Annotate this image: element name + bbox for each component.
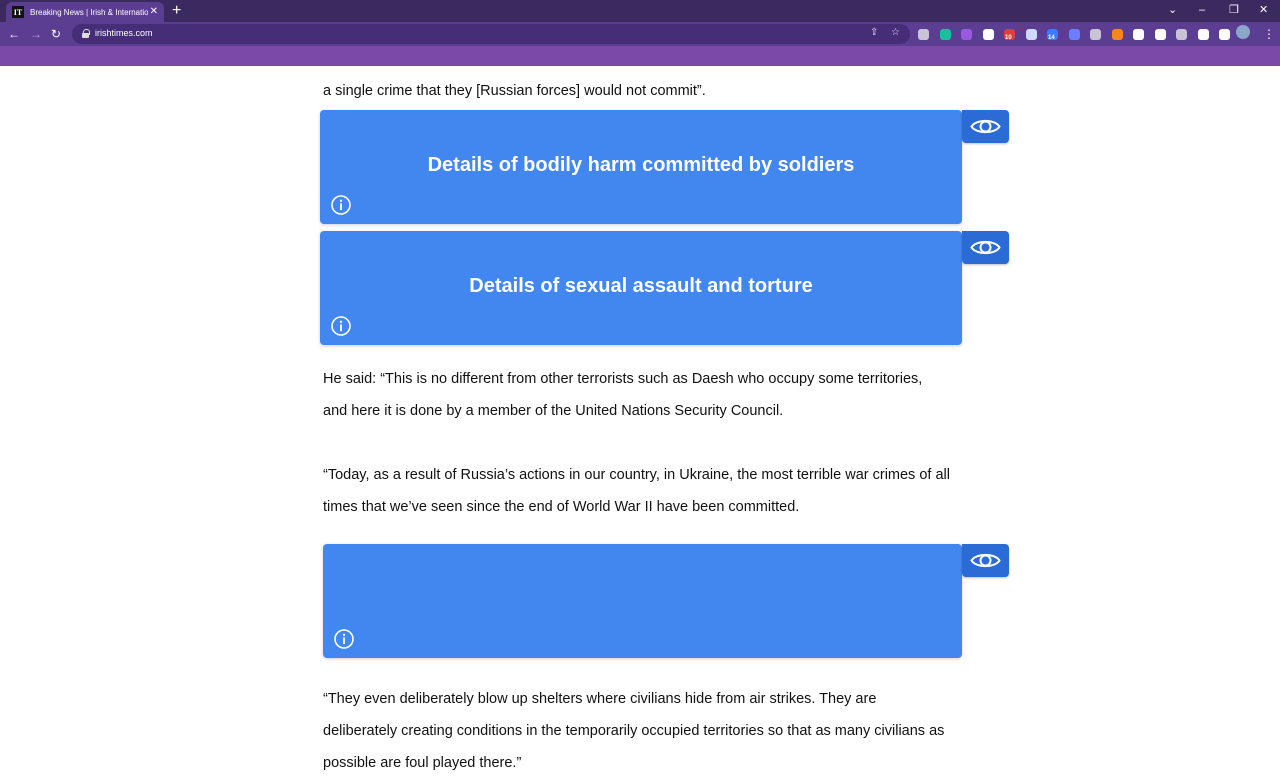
ext-purple-icon[interactable]	[961, 29, 972, 40]
tab-search-icon[interactable]: ⌄	[1168, 3, 1177, 17]
bookmark-star-icon[interactable]: ☆	[891, 27, 900, 38]
sidepanel-icon[interactable]	[1219, 29, 1230, 40]
menu-kebab-icon[interactable]: ⋮	[1263, 26, 1275, 42]
ext-cloud-icon[interactable]	[1154, 29, 1166, 40]
article-paragraph-line: possible are foul played there.”	[323, 755, 522, 771]
content-warning-card[interactable]: Details of bodily harm committed by sold…	[320, 110, 962, 224]
reveal-eye-button[interactable]	[962, 544, 1009, 577]
article-paragraph-line: He said: “This is no different from othe…	[323, 371, 923, 387]
url-text: irishtimes.com	[95, 28, 153, 38]
reload-button[interactable]: ↻	[51, 26, 61, 42]
forward-button[interactable]: →	[30, 26, 42, 42]
close-window-button[interactable]: ✕	[1259, 3, 1268, 17]
article-paragraph-line: “They even deliberately blow up shelters…	[323, 691, 877, 707]
tab-strip: IT Breaking News | Irish & International…	[0, 0, 1280, 22]
browser-toolbar: ← → ↻ irishtimes.com ⇪ ☆ 10 14 ⋮	[0, 22, 1280, 46]
ext-arrow-icon[interactable]	[1068, 29, 1080, 40]
article-paragraph-line: “Today, as a result of Russia’s actions …	[323, 467, 950, 483]
ext-fx-icon[interactable]	[982, 29, 994, 40]
reveal-eye-button[interactable]	[962, 231, 1009, 264]
grammarly-icon[interactable]	[939, 29, 951, 40]
back-button[interactable]: ←	[8, 26, 20, 42]
content-warning-card[interactable]: Details of sexual assault and torture	[320, 231, 962, 345]
article-paragraph-line: times that we’ve seen since the end of W…	[323, 499, 800, 515]
extension-badge: 14	[1048, 35, 1055, 41]
profile-avatar[interactable]	[1236, 25, 1250, 39]
extension-badge: 10	[1005, 35, 1012, 41]
notion-icon[interactable]	[1133, 29, 1144, 40]
irishtimes-favicon-icon: IT	[12, 6, 24, 18]
card-title: Details of bodily harm committed by sold…	[427, 154, 855, 176]
lock-icon[interactable]	[82, 29, 90, 38]
new-tab-button[interactable]: +	[172, 2, 181, 20]
info-icon[interactable]	[330, 194, 352, 216]
bookmark-bar	[0, 46, 1280, 66]
metamask-icon[interactable]	[1111, 29, 1123, 40]
tab-title: Breaking News | Irish & International	[30, 7, 148, 17]
article-paragraph: a single crime that they [Russian forces…	[323, 83, 706, 99]
article-body: a single crime that they [Russian forces…	[0, 66, 1280, 784]
puzzle-icon[interactable]	[1197, 29, 1209, 40]
tab-close-icon[interactable]: ✕	[150, 7, 158, 17]
article-paragraph-line: and here it is done by a member of the U…	[323, 403, 784, 419]
browser-tab[interactable]: IT Breaking News | Irish & International…	[6, 2, 164, 22]
ext-pen-icon[interactable]	[1025, 29, 1037, 40]
content-warning-card[interactable]	[323, 544, 962, 658]
eye-icon	[970, 119, 1001, 134]
info-icon[interactable]	[333, 628, 355, 650]
address-bar[interactable]: irishtimes.com ⇪ ☆	[72, 24, 910, 44]
eye-icon	[970, 553, 1001, 568]
share-icon[interactable]: ⇪	[870, 27, 878, 38]
ext-camera-icon[interactable]	[1176, 29, 1187, 40]
article-paragraph-line: deliberately creating conditions in the …	[323, 723, 945, 739]
ext-gray-icon[interactable]	[918, 29, 929, 40]
eye-icon	[970, 240, 1001, 255]
ext-shield-icon[interactable]	[1090, 29, 1101, 40]
info-icon[interactable]	[330, 315, 352, 337]
card-title: Details of sexual assault and torture	[469, 275, 813, 297]
minimize-button[interactable]: –	[1199, 3, 1205, 17]
reveal-eye-button[interactable]	[962, 110, 1009, 143]
restore-button[interactable]: ❐	[1229, 3, 1239, 17]
